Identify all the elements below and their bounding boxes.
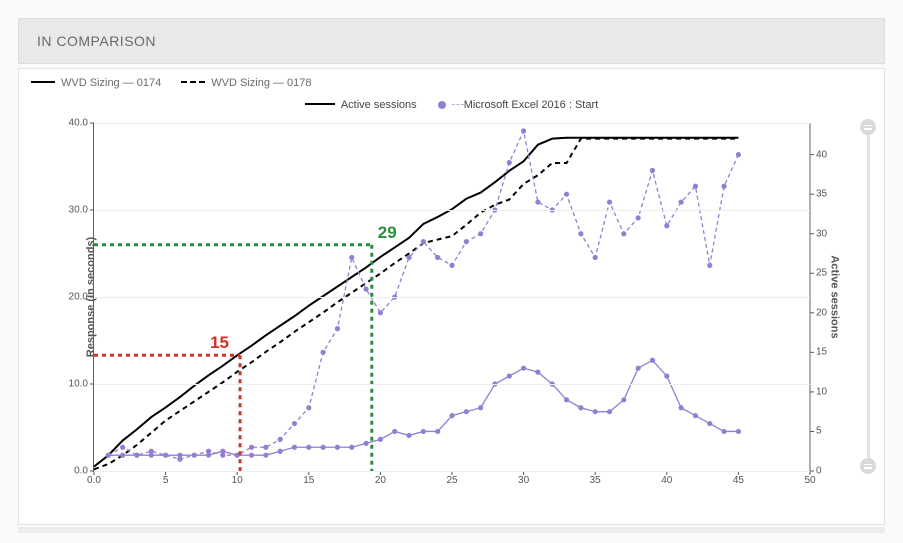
slider-track	[867, 127, 870, 466]
legend-runs: WVD Sizing — 0174 WVD Sizing — 0178	[31, 77, 312, 89]
x-tick: 20	[375, 471, 386, 486]
panel-title: IN COMPARISON	[37, 33, 156, 49]
x-tick: 35	[590, 471, 601, 486]
footer-strip	[18, 527, 885, 533]
legend-run-0174: WVD Sizing — 0174	[31, 77, 161, 89]
legend-series-label: Active sessions	[341, 99, 417, 111]
y-right-tick: 30	[810, 228, 827, 239]
y-right-tick: 40	[810, 149, 827, 160]
solid-line-swatch	[31, 81, 55, 83]
y-right-tick: 5	[810, 426, 822, 437]
panel-header: IN COMPARISON	[18, 18, 885, 64]
y-right-tick: 20	[810, 307, 827, 318]
chart-plot-area: 0.010.020.030.040.005101520253035400.051…	[93, 123, 810, 472]
y-right-tick: 35	[810, 189, 827, 200]
x-tick: 45	[733, 471, 744, 486]
y-right-tick: 10	[810, 386, 827, 397]
y-left-tick: 10.0	[69, 379, 94, 390]
slider-handle-bottom[interactable]	[860, 458, 876, 474]
annotation-green: 29	[378, 223, 397, 243]
x-tick: 15	[303, 471, 314, 486]
y-left-tick: 30.0	[69, 205, 94, 216]
x-tick: 5	[163, 471, 169, 486]
right-slider[interactable]	[860, 119, 876, 474]
series-dot-swatch	[438, 101, 446, 109]
y-axis-right-label: Active sessions	[828, 255, 840, 338]
y-right-tick: 25	[810, 268, 827, 279]
x-tick: 10	[232, 471, 243, 486]
x-tick: 25	[446, 471, 457, 486]
dashed-line-swatch	[181, 81, 205, 83]
y-right-tick: 15	[810, 347, 827, 358]
legend-run-label: WVD Sizing — 0174	[61, 77, 161, 89]
legend-run-0178: WVD Sizing — 0178	[181, 77, 311, 89]
x-tick: 30	[518, 471, 529, 486]
chart-card: WVD Sizing — 0174 WVD Sizing — 0178 Acti…	[18, 68, 885, 525]
x-tick: 40	[661, 471, 672, 486]
legend-run-label: WVD Sizing — 0178	[211, 77, 311, 89]
x-tick: 50	[804, 471, 815, 486]
series-dotline-swatch	[452, 104, 464, 105]
series-line-swatch	[305, 103, 335, 105]
legend-series: Active sessions Microsoft Excel 2016 : S…	[19, 99, 884, 111]
legend-series-label: Microsoft Excel 2016 : Start	[464, 99, 599, 111]
y-left-tick: 20.0	[69, 292, 94, 303]
y-left-tick: 40.0	[69, 118, 94, 129]
annotation-red: 15	[210, 333, 229, 353]
x-tick: 0.0	[87, 471, 101, 486]
slider-handle-top[interactable]	[860, 119, 876, 135]
